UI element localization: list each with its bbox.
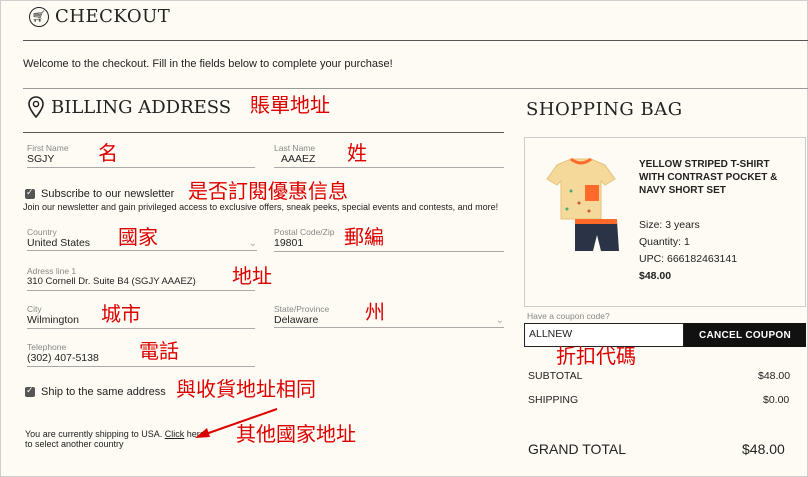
annotation-telephone: 電話 bbox=[139, 339, 179, 363]
product-image bbox=[546, 157, 619, 251]
product-size: Size: 3 years bbox=[639, 219, 700, 231]
annotation-coupon: 折扣代碼 bbox=[556, 344, 636, 368]
welcome-text: Welcome to the checkout. Fill in the fie… bbox=[23, 58, 393, 70]
address-line1-field[interactable]: Adress line 1 310 Cornell Dr. Suite B4 (… bbox=[27, 266, 255, 291]
annotation-state: 州 bbox=[365, 300, 385, 324]
chevron-down-icon: ⌄ bbox=[495, 314, 504, 326]
chevron-down-icon: ⌄ bbox=[248, 237, 257, 249]
annotation-first-name: 名 bbox=[98, 141, 118, 165]
bag-title: SHOPPING BAG bbox=[526, 99, 683, 120]
annotation-city: 城市 bbox=[101, 302, 141, 326]
coupon-label: Have a coupon code? bbox=[527, 311, 610, 321]
annotation-newsletter: 是否訂閱優惠信息 bbox=[188, 179, 348, 203]
annotation-last-name: 姓 bbox=[347, 141, 367, 165]
welcome-divider bbox=[23, 88, 808, 89]
annotation-billing: 賬單地址 bbox=[250, 93, 330, 117]
ship-same-checkbox-row[interactable]: Ship to the same address bbox=[25, 385, 166, 398]
shipping-label: SHIPPING bbox=[528, 394, 579, 406]
newsletter-checkbox[interactable] bbox=[25, 187, 35, 199]
billing-title: BILLING ADDRESS bbox=[27, 96, 231, 118]
postal-code-field[interactable]: Postal Code/Zip 19801 bbox=[274, 227, 504, 252]
location-pin-icon bbox=[28, 96, 44, 118]
annotation-postal: 郵編 bbox=[344, 225, 384, 249]
product-price: $48.00 bbox=[639, 270, 672, 282]
annotation-ship-same: 與收貨地址相同 bbox=[176, 377, 316, 401]
subtotal-label: SUBTOTAL bbox=[528, 370, 583, 382]
cart-icon: 🛒︎ bbox=[29, 6, 49, 27]
product-upc: UPC: 666182463141 bbox=[639, 253, 738, 265]
last-name-field[interactable]: Last Name AAAEZ bbox=[274, 143, 504, 168]
first-name-field[interactable]: First Name SGJY bbox=[27, 143, 255, 168]
billing-divider bbox=[23, 132, 504, 133]
annotation-country: 國家 bbox=[118, 225, 158, 249]
grand-total-value: $48.00 bbox=[742, 441, 785, 457]
ship-same-checkbox[interactable] bbox=[25, 385, 35, 397]
subtotal-value: $48.00 bbox=[758, 370, 791, 382]
state-select[interactable]: State/Province Delaware ⌄ bbox=[274, 304, 504, 328]
newsletter-checkbox-row[interactable]: Subscribe to our newsletter bbox=[25, 187, 174, 200]
shipping-value: $0.00 bbox=[763, 394, 790, 406]
product-quantity: Quantity: 1 bbox=[639, 236, 690, 248]
grand-total-label: GRAND TOTAL bbox=[528, 441, 627, 457]
city-field[interactable]: City Wilmington bbox=[27, 304, 255, 329]
newsletter-description: Join our newsletter and gain privileged … bbox=[23, 202, 499, 212]
product-name: YELLOW STRIPED T-SHIRT WITH CONTRAST POC… bbox=[639, 159, 778, 196]
cancel-coupon-button[interactable]: CANCEL COUPON bbox=[684, 323, 806, 347]
annotation-address: 地址 bbox=[232, 264, 272, 288]
select-country-link[interactable]: Click bbox=[165, 429, 185, 439]
page-title: 🛒︎ CHECKOUT bbox=[29, 6, 170, 27]
header-divider bbox=[23, 40, 808, 41]
annotation-other-country: 其他國家地址 bbox=[236, 422, 356, 446]
